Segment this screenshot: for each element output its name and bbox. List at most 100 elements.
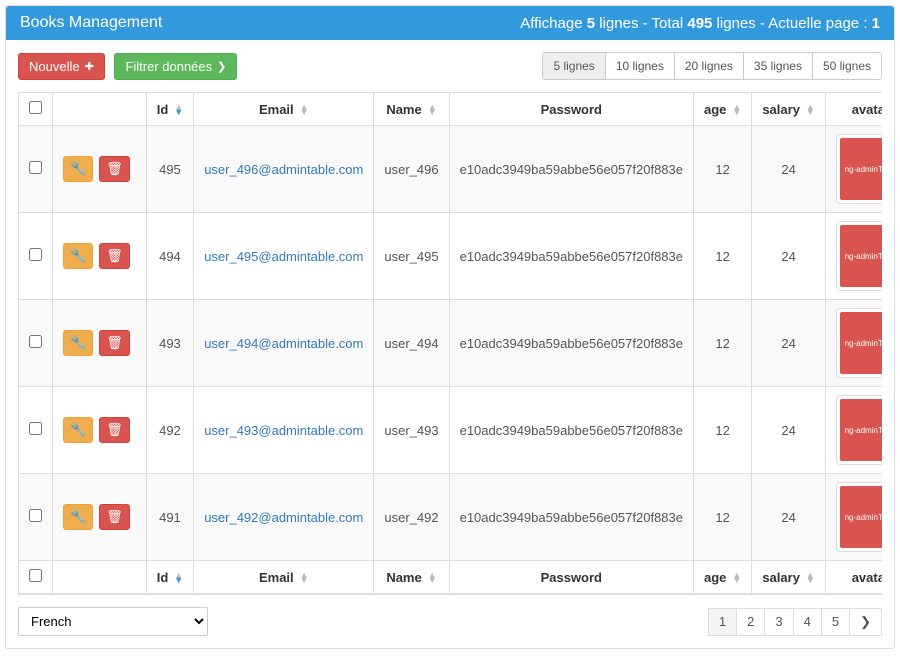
cell-password: e10adc3949ba59abbe56e057f20f883e: [449, 474, 693, 561]
plus-icon: ✚: [85, 60, 94, 73]
sort-icon: ▲▼: [428, 105, 437, 115]
next-page-button[interactable]: ❯: [849, 608, 882, 636]
sort-icon: ▲▼: [806, 105, 815, 115]
table-footer-row: Id▲▼ Email▲▼ Name▲▼ Password age▲▼ salar…: [19, 561, 883, 594]
avatar: ng-adminTable: [836, 221, 882, 291]
col-name-footer[interactable]: Name▲▼: [374, 561, 449, 594]
sort-icon: ▲▼: [300, 105, 309, 115]
page-button[interactable]: 2: [736, 608, 765, 636]
page-size-option[interactable]: 10 lignes: [606, 53, 675, 79]
page-size-option[interactable]: 50 lignes: [813, 53, 881, 79]
email-link[interactable]: user_494@admintable.com: [204, 336, 363, 351]
col-name[interactable]: Name▲▼: [374, 93, 449, 126]
select-all-checkbox[interactable]: [29, 101, 42, 114]
cell-age: 12: [694, 387, 752, 474]
avatar: ng-adminTable: [836, 482, 882, 552]
sort-icon: ▲▼: [174, 105, 183, 115]
col-salary-footer[interactable]: salary▲▼: [752, 561, 826, 594]
trash-icon: 🗑: [106, 422, 123, 438]
cell-salary: 24: [752, 213, 826, 300]
table-row: 🔧🗑493user_494@admintable.comuser_494e10a…: [19, 300, 883, 387]
col-salary[interactable]: salary▲▼: [752, 93, 826, 126]
wrench-icon: 🔧: [70, 422, 86, 438]
row-checkbox[interactable]: [29, 422, 42, 435]
cell-name: user_495: [374, 213, 449, 300]
wrench-icon: 🔧: [70, 161, 86, 177]
cell-id: 491: [146, 474, 193, 561]
table-row: 🔧🗑492user_493@admintable.comuser_493e10a…: [19, 387, 883, 474]
page-size-option[interactable]: 5 lignes: [543, 53, 605, 79]
cell-salary: 24: [752, 474, 826, 561]
email-link[interactable]: user_495@admintable.com: [204, 249, 363, 264]
chevron-right-icon: ❯: [860, 614, 871, 629]
sort-icon: ▲▼: [300, 573, 309, 583]
col-password-footer: Password: [449, 561, 693, 594]
row-checkbox[interactable]: [29, 509, 42, 522]
cell-salary: 24: [752, 126, 826, 213]
page-title: Books Management: [20, 14, 162, 32]
delete-button[interactable]: 🗑: [99, 417, 130, 443]
cell-salary: 24: [752, 387, 826, 474]
email-link[interactable]: user_492@admintable.com: [204, 510, 363, 525]
trash-icon: 🗑: [106, 509, 123, 525]
delete-button[interactable]: 🗑: [99, 243, 130, 269]
language-select[interactable]: French: [18, 607, 208, 636]
delete-button[interactable]: 🗑: [99, 504, 130, 530]
col-id[interactable]: Id▲▼: [146, 93, 193, 126]
edit-button[interactable]: 🔧: [63, 504, 93, 530]
col-email[interactable]: Email▲▼: [194, 93, 374, 126]
page-button[interactable]: 3: [764, 608, 793, 636]
page-button[interactable]: 1: [708, 608, 737, 636]
pagination: 12345 ❯: [709, 608, 882, 636]
edit-button[interactable]: 🔧: [63, 243, 93, 269]
filter-button-label: Filtrer données: [125, 59, 212, 74]
cell-name: user_492: [374, 474, 449, 561]
filter-button[interactable]: Filtrer données ❯: [114, 53, 237, 80]
panel-header: Books Management Affichage 5 lignes - To…: [6, 6, 894, 40]
row-checkbox[interactable]: [29, 248, 42, 261]
sort-icon: ▲▼: [428, 573, 437, 583]
delete-button[interactable]: 🗑: [99, 156, 130, 182]
table-row: 🔧 🗑 494 user_495@admintable.com user_495e10a…: [19, 213, 883, 300]
avatar: ng-adminTable: [836, 308, 882, 378]
wrench-icon: 🔧: [70, 509, 86, 525]
chevron-right-icon: ❯: [217, 60, 226, 73]
delete-button[interactable]: 🗑: [99, 330, 130, 356]
page-size-option[interactable]: 35 lignes: [744, 53, 813, 79]
table-scroll[interactable]: Id▲▼ Email▲▼ Name▲▼ Password age▲▼ salar…: [18, 92, 882, 595]
sort-icon: ▲▼: [174, 573, 183, 583]
wrench-icon: 🔧: [70, 335, 86, 351]
cell-id: 494: [146, 213, 193, 300]
row-checkbox[interactable]: [29, 161, 42, 174]
cell-salary: 24: [752, 300, 826, 387]
sort-icon: ▲▼: [732, 573, 741, 583]
cell-password: e10adc3949ba59abbe56e057f20f883e: [449, 126, 693, 213]
col-id-footer[interactable]: Id▲▼: [146, 561, 193, 594]
edit-button[interactable]: 🔧: [63, 330, 93, 356]
wrench-icon: 🔧: [70, 248, 86, 264]
data-table: Id▲▼ Email▲▼ Name▲▼ Password age▲▼ salar…: [18, 92, 882, 594]
new-button[interactable]: Nouvelle ✚: [18, 53, 105, 80]
cell-name: user_494: [374, 300, 449, 387]
email-link[interactable]: user_496@admintable.com: [204, 162, 363, 177]
row-checkbox[interactable]: [29, 335, 42, 348]
col-email-footer[interactable]: Email▲▼: [194, 561, 374, 594]
cell-password: e10adc3949ba59abbe56e057f20f883e: [449, 213, 693, 300]
page-size-option[interactable]: 20 lignes: [675, 53, 744, 79]
sort-icon: ▲▼: [732, 105, 741, 115]
table-header-row: Id▲▼ Email▲▼ Name▲▼ Password age▲▼ salar…: [19, 93, 883, 126]
col-password: Password: [449, 93, 693, 126]
table-row: 🔧🗑495user_496@admintable.comuser_496e10a…: [19, 126, 883, 213]
page-button[interactable]: 4: [793, 608, 822, 636]
select-all-footer-checkbox[interactable]: [29, 569, 42, 582]
trash-icon: 🗑: [106, 335, 123, 351]
new-button-label: Nouvelle: [29, 59, 80, 74]
edit-button[interactable]: 🔧: [63, 417, 93, 443]
col-age[interactable]: age▲▼: [694, 93, 752, 126]
page-button[interactable]: 5: [821, 608, 850, 636]
cell-age: 12: [694, 126, 752, 213]
col-age-footer[interactable]: age▲▼: [694, 561, 752, 594]
avatar: ng-adminTable: [836, 134, 882, 204]
email-link[interactable]: user_493@admintable.com: [204, 423, 363, 438]
edit-button[interactable]: 🔧: [63, 156, 93, 182]
